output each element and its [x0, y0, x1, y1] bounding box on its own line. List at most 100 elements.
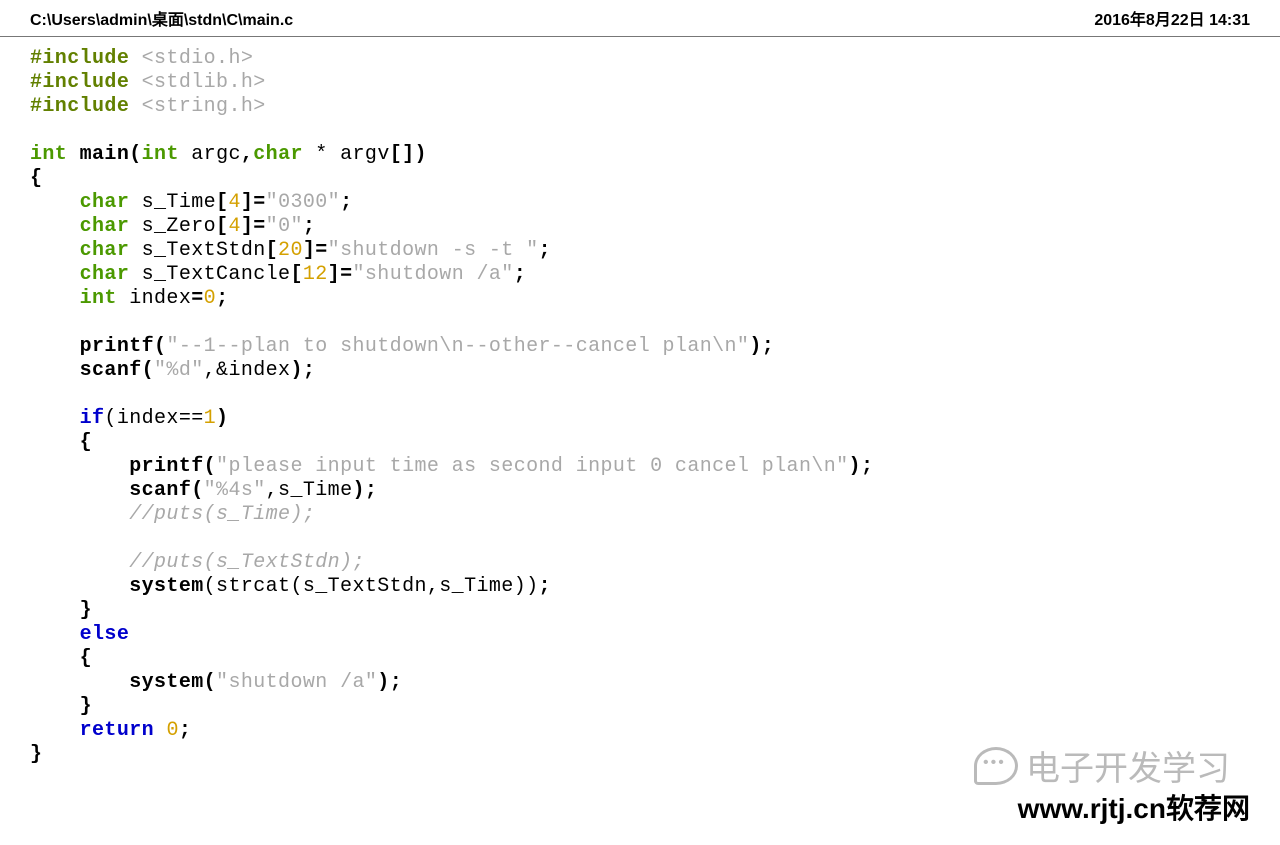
- rbracket: ]: [241, 215, 253, 238]
- semicolon: ;: [861, 455, 873, 478]
- num-4: 4: [228, 191, 240, 214]
- equals: =: [315, 239, 327, 262]
- header-string: <string.h>: [142, 95, 266, 118]
- paren-open: (: [142, 359, 154, 382]
- watermark-wechat: 电子开发学习: [974, 741, 1230, 790]
- indent: [30, 359, 80, 382]
- type-int-argc: int: [142, 143, 179, 166]
- equals: =: [253, 191, 265, 214]
- num-0: 0: [166, 719, 178, 742]
- indent: [30, 647, 80, 670]
- brace-open: {: [80, 647, 92, 670]
- indent: [30, 455, 129, 478]
- semicolon: ;: [365, 479, 377, 502]
- semicolon: ;: [216, 287, 228, 310]
- paren-close: ): [352, 479, 364, 502]
- paren-open: (: [204, 455, 216, 478]
- type-char: char: [80, 215, 130, 238]
- semicolon: ;: [390, 671, 402, 694]
- paren-close: ): [377, 671, 389, 694]
- paren-close: ): [749, 335, 761, 358]
- preproc-include-3: #include: [30, 95, 142, 118]
- fn-system: system: [129, 671, 203, 694]
- arg-index: ,&index: [204, 359, 291, 382]
- paren-close: ): [290, 359, 302, 382]
- id-s-time: s_Time: [129, 191, 216, 214]
- fn-system: system: [129, 575, 203, 598]
- id-s-textcancle: s_TextCancle: [129, 263, 290, 286]
- indent: [30, 599, 80, 622]
- str-shutdown-st: "shutdown -s -t ": [328, 239, 539, 262]
- brace-open: {: [80, 431, 92, 454]
- kw-if: if: [80, 407, 105, 430]
- watermark-site: www.rjtj.cn软荐网: [1018, 787, 1250, 827]
- rbracket: ]: [241, 191, 253, 214]
- str-shutdown-a: "shutdown /a": [216, 671, 377, 694]
- equals: =: [340, 263, 352, 286]
- str-msg1: "--1--plan to shutdown\n--other--cancel …: [166, 335, 749, 358]
- watermark-text-1: 电子开发学习: [1026, 741, 1230, 790]
- num-20: 20: [278, 239, 303, 262]
- kw-else: else: [80, 623, 130, 646]
- type-int: int: [80, 287, 117, 310]
- header-stdlib: <stdlib.h>: [142, 71, 266, 94]
- semicolon: ;: [340, 191, 352, 214]
- fn-scanf: scanf: [80, 359, 142, 382]
- equals: =: [253, 215, 265, 238]
- brace-close: }: [30, 743, 42, 766]
- semicolon: ;: [539, 239, 551, 262]
- preproc-include-2: #include: [30, 71, 142, 94]
- indent: [30, 287, 80, 310]
- type-char: char: [253, 143, 303, 166]
- indent: [30, 215, 80, 238]
- strcat-call: (strcat(s_TextStdn,s_Time)): [204, 575, 539, 598]
- indent: [30, 239, 80, 262]
- space: [154, 719, 166, 742]
- indent: [30, 479, 129, 502]
- lbracket: [: [216, 191, 228, 214]
- wechat-icon: [974, 747, 1018, 785]
- semicolon: ;: [303, 359, 315, 382]
- fn-printf: printf: [80, 335, 154, 358]
- fn-scanf: scanf: [129, 479, 191, 502]
- id-s-zero: s_Zero: [129, 215, 216, 238]
- indent: [30, 551, 129, 574]
- lbracket: [: [290, 263, 302, 286]
- indent: [30, 191, 80, 214]
- id-index: index: [117, 287, 191, 310]
- indent: [30, 671, 129, 694]
- str-shutdown-a: "shutdown /a": [352, 263, 513, 286]
- paren-open: (: [129, 143, 141, 166]
- type-char: char: [80, 191, 130, 214]
- fn-printf: printf: [129, 455, 203, 478]
- num-12: 12: [303, 263, 328, 286]
- comment-puts-stime: //puts(s_Time);: [129, 503, 315, 526]
- timestamp: 2016年8月22日 14:31: [1094, 6, 1250, 30]
- semicolon: ;: [303, 215, 315, 238]
- num-0: 0: [204, 287, 216, 310]
- num-1: 1: [204, 407, 216, 430]
- arg-stime: ,s_Time: [266, 479, 353, 502]
- lbracket: [: [266, 239, 278, 262]
- str-msg2: "please input time as second input 0 can…: [216, 455, 849, 478]
- star: *: [303, 143, 340, 166]
- brace-open: {: [30, 167, 42, 190]
- cond-text: (index==: [104, 407, 203, 430]
- num-4: 4: [228, 215, 240, 238]
- paren-close: ): [849, 455, 861, 478]
- paren-open: (: [191, 479, 203, 502]
- brace-close: }: [80, 695, 92, 718]
- semicolon: ;: [539, 575, 551, 598]
- semicolon: ;: [762, 335, 774, 358]
- fn-main: main: [67, 143, 129, 166]
- lbracket: [: [216, 215, 228, 238]
- semicolon: ;: [179, 719, 191, 742]
- header-bar: C:\Users\admin\桌面\stdn\C\main.c 2016年8月2…: [0, 0, 1280, 37]
- indent: [30, 407, 80, 430]
- rbracket: ]: [303, 239, 315, 262]
- rbracket: ]: [328, 263, 340, 286]
- str-0300: "0300": [266, 191, 340, 214]
- paren-open: (: [204, 671, 216, 694]
- indent: [30, 719, 80, 742]
- brackets: []): [390, 143, 427, 166]
